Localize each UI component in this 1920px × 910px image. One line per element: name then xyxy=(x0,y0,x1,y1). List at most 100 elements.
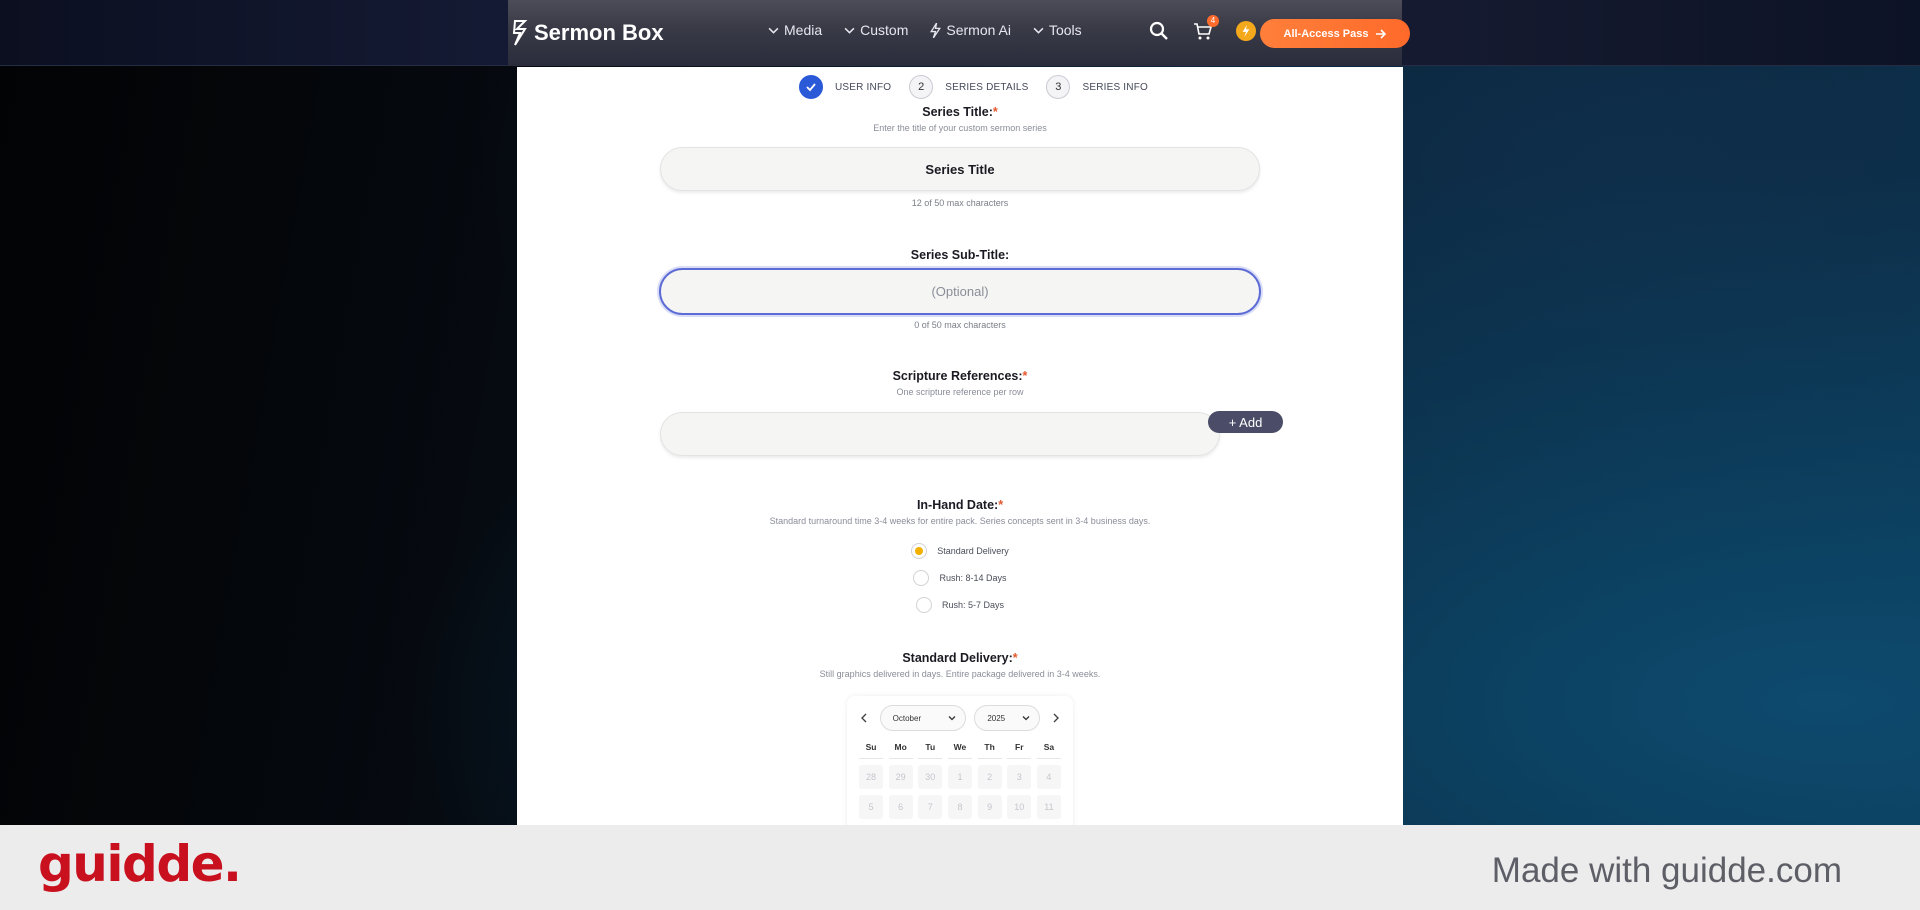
form-panel: USER INFO 2 SERIES DETAILS 3 SERIES INFO… xyxy=(517,67,1403,825)
label-text: In-Hand Date: xyxy=(916,498,999,512)
calendar-header: October 2025 xyxy=(857,704,1063,732)
chevron-down-icon xyxy=(844,27,855,34)
guidde-footer: guidde. Made with guidde.com xyxy=(0,825,1920,910)
step-label: USER INFO xyxy=(835,81,892,93)
all-access-pass-button[interactable]: All-Access Pass xyxy=(1260,19,1410,48)
step-number: 3 xyxy=(1046,75,1071,99)
chevron-down-icon xyxy=(1022,716,1030,721)
label-text: Scripture References: xyxy=(892,369,1023,383)
calendar-day[interactable]: 3 xyxy=(1007,765,1032,789)
step-complete-indicator xyxy=(799,75,823,99)
radio-standard-delivery[interactable]: Standard Delivery xyxy=(517,537,1403,564)
in-hand-date-label: In-Hand Date:* xyxy=(517,498,1403,512)
calendar-day[interactable]: 30 xyxy=(918,765,943,789)
step-label: SERIES DETAILS xyxy=(945,81,1029,93)
chevron-down-icon xyxy=(948,716,956,721)
pass-button-label: All-Access Pass xyxy=(1283,27,1369,40)
brand-name: Sermon Box xyxy=(534,20,664,45)
series-title-header: Series Title:* Enter the title of your c… xyxy=(517,105,1403,133)
weekday-label: Sa xyxy=(1036,738,1061,759)
step-label: SERIES INFO xyxy=(1082,81,1148,93)
menu-item-media[interactable]: Media xyxy=(768,22,822,38)
required-marker: * xyxy=(992,105,998,119)
calendar-day[interactable]: 11 xyxy=(1036,795,1061,819)
month-value: October xyxy=(892,713,922,723)
series-subtitle-label: Series Sub-Title: xyxy=(910,248,1010,262)
calendar-day[interactable]: 2 xyxy=(977,765,1002,789)
calendar-day[interactable]: 5 xyxy=(859,795,883,819)
radio-button[interactable] xyxy=(913,569,930,586)
standard-delivery-hint: Still graphics delivered in days. Entire… xyxy=(819,669,1101,679)
weekday-label: Fr xyxy=(1007,738,1032,759)
menu-item-custom[interactable]: Custom xyxy=(844,22,908,38)
step-series-details[interactable]: 2 SERIES DETAILS xyxy=(909,75,1028,99)
calendar-day[interactable]: 8 xyxy=(947,795,972,819)
series-subtitle-header: Series Sub-Title: xyxy=(517,248,1403,262)
scripture-header: Scripture References:* One scripture ref… xyxy=(517,369,1403,397)
progress-stepper: USER INFO 2 SERIES DETAILS 3 SERIES INFO xyxy=(799,75,1148,99)
label-text: Series Title: xyxy=(922,105,993,119)
calendar-day[interactable]: 9 xyxy=(977,795,1002,819)
cart-count-badge: 4 xyxy=(1207,15,1219,27)
chevron-down-icon xyxy=(1033,27,1044,34)
step-number: 2 xyxy=(909,75,934,99)
top-nav-bar: Sermon Box Media Custom Sermon Ai Tools … xyxy=(0,0,1920,66)
weekday-row: Su Mo Tu We Th Fr Sa xyxy=(857,738,1063,759)
search-button[interactable] xyxy=(1148,20,1170,42)
brand-logo[interactable]: Sermon Box xyxy=(512,18,664,48)
menu-label: Tools xyxy=(1048,22,1082,38)
chevron-right-icon[interactable] xyxy=(1049,711,1063,725)
series-title-label: Series Title:* xyxy=(517,105,1403,119)
scripture-hint: One scripture reference per row xyxy=(896,387,1024,397)
calendar-day[interactable]: 29 xyxy=(888,765,913,789)
weekday-label: Tu xyxy=(918,738,943,759)
step-series-info[interactable]: 3 SERIES INFO xyxy=(1046,75,1148,99)
chevron-left-icon[interactable] xyxy=(857,711,871,725)
guidde-logo: guidde. xyxy=(38,835,242,893)
credits-button[interactable] xyxy=(1236,21,1256,41)
series-subtitle-counter: 0 of 50 max characters xyxy=(914,320,1006,330)
series-title-input[interactable]: Series Title xyxy=(660,147,1260,191)
standard-delivery-header: Standard Delivery:* Still graphics deliv… xyxy=(517,651,1403,679)
check-icon xyxy=(806,83,816,92)
week-row: 28 29 30 1 2 3 4 xyxy=(857,759,1063,789)
radio-label: Rush: 5-7 Days xyxy=(941,599,1005,610)
radio-label: Rush: 8-14 Days xyxy=(939,572,1007,583)
calendar-day[interactable]: 7 xyxy=(918,795,943,819)
radio-rush-5-7[interactable]: Rush: 5-7 Days xyxy=(517,591,1403,618)
scripture-reference-input[interactable] xyxy=(660,412,1220,456)
add-scripture-button[interactable]: + Add xyxy=(1208,411,1283,433)
required-marker: * xyxy=(1022,369,1028,383)
calendar-grid: Su Mo Tu We Th Fr Sa 28 29 30 1 2 3 4 5 … xyxy=(857,738,1063,819)
series-title-hint: Enter the title of your custom sermon se… xyxy=(873,123,1047,133)
radio-label: Standard Delivery xyxy=(937,545,1009,556)
lightning-icon xyxy=(930,22,942,38)
year-select[interactable]: 2025 xyxy=(974,705,1041,731)
menu-item-tools[interactable]: Tools xyxy=(1033,22,1082,38)
radio-rush-8-14[interactable]: Rush: 8-14 Days xyxy=(517,564,1403,591)
chevron-down-icon xyxy=(768,27,779,34)
made-with-text: Made with guidde.com xyxy=(1491,851,1842,890)
step-user-info[interactable]: USER INFO xyxy=(799,75,891,99)
calendar-day[interactable]: 6 xyxy=(888,795,913,819)
weekday-label: Th xyxy=(977,738,1002,759)
radio-button[interactable] xyxy=(915,596,932,613)
standard-delivery-label: Standard Delivery:* xyxy=(517,651,1403,665)
calendar-day[interactable]: 1 xyxy=(947,765,972,789)
calendar-day[interactable]: 4 xyxy=(1036,765,1061,789)
calendar-day[interactable]: 28 xyxy=(859,765,883,789)
series-subtitle-input[interactable]: (Optional) xyxy=(659,268,1261,315)
menu-label: Media xyxy=(784,22,823,38)
menu-item-sermon-ai[interactable]: Sermon Ai xyxy=(930,22,1011,38)
cart-button[interactable]: 4 xyxy=(1192,15,1219,42)
arrow-right-icon xyxy=(1375,28,1386,39)
weekday-label: We xyxy=(947,738,972,759)
sermon-box-logo-icon xyxy=(512,20,528,46)
radio-button[interactable] xyxy=(911,542,928,559)
menu-label: Sermon Ai xyxy=(946,22,1011,38)
calendar-day[interactable]: 10 xyxy=(1007,795,1032,819)
month-select[interactable]: October xyxy=(879,705,966,731)
week-row: 5 6 7 8 9 10 11 xyxy=(857,789,1063,819)
date-picker: October 2025 Su Mo Tu We Th Fr Sa 28 29 xyxy=(847,696,1073,825)
lightning-icon xyxy=(1242,25,1250,37)
